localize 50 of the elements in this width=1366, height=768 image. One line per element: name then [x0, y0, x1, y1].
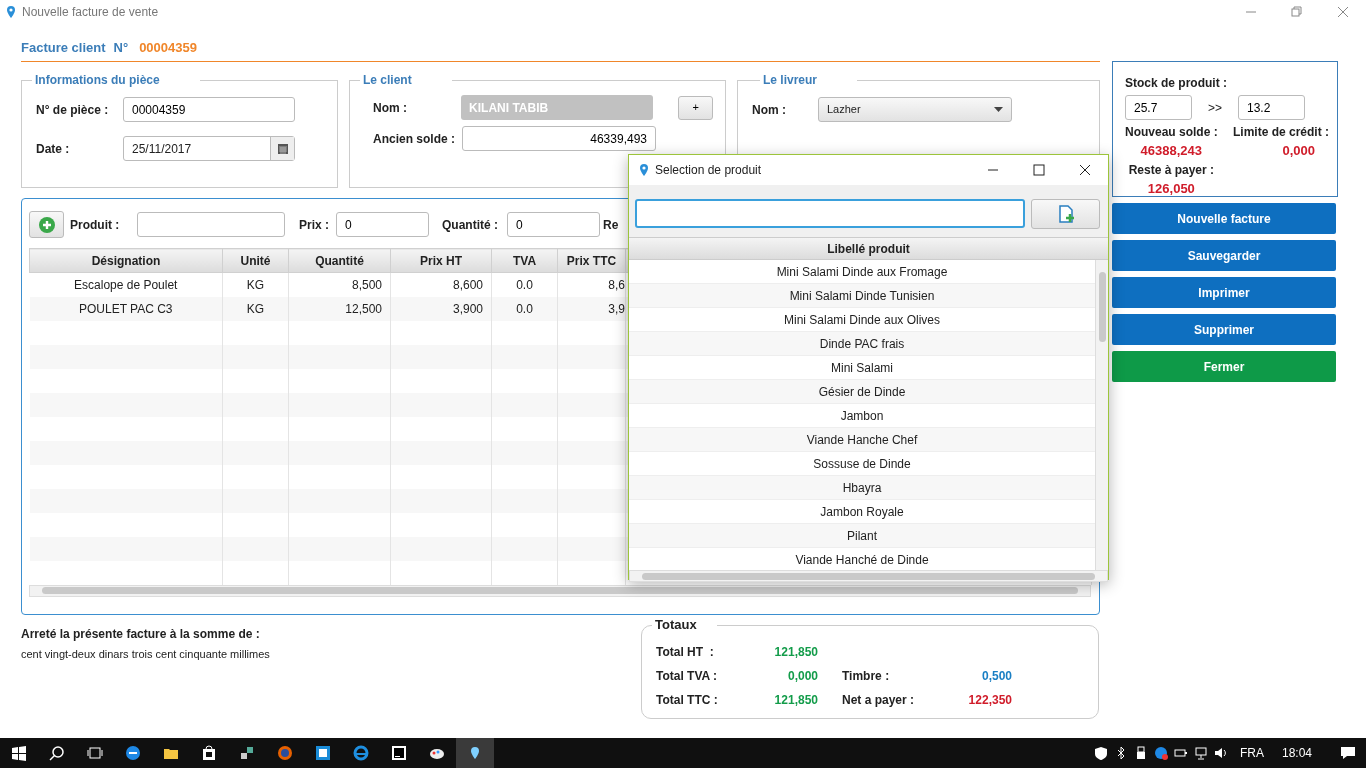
- field-label: Stock de produit :: [1125, 75, 1228, 92]
- amount-value: 46388,243: [1139, 142, 1204, 160]
- table-cell: KG: [222, 296, 289, 321]
- amount-value: 126,050: [1146, 179, 1196, 198]
- table-cell: KG: [222, 272, 289, 297]
- field-label: Nouveau solde :: [1125, 124, 1218, 141]
- field-label: Ancien solde :: [372, 130, 456, 148]
- total-value: 121,850: [773, 644, 818, 661]
- window-title: Nouvelle facture de vente: [22, 4, 159, 21]
- total-value: 0,500: [980, 668, 1012, 685]
- table-cell: 8,500: [288, 272, 391, 297]
- field-label: Reste à payer :: [1127, 161, 1216, 179]
- table-cell: Escalope de Poulet: [29, 272, 223, 297]
- total-value: 122,350: [967, 692, 1012, 709]
- total-value: 0,000: [786, 668, 818, 685]
- total-value: 121,850: [773, 692, 818, 709]
- legend: Totaux: [652, 618, 717, 632]
- field-label: Re: [603, 216, 619, 234]
- field-label: N° de pièce :: [36, 101, 110, 119]
- table-cell: 3,900: [390, 296, 492, 321]
- legend: Le client: [360, 73, 452, 87]
- field-label: Prix :: [299, 216, 330, 234]
- total-label: Net a payer :: [842, 692, 916, 709]
- field-label: Date :: [36, 140, 71, 158]
- invoice-number: 00004359: [139, 38, 197, 57]
- field-label: Nom :: [372, 99, 408, 117]
- field-label: Limite de crédit :: [1232, 124, 1329, 141]
- summary-label: Arreté la présente facture à la somme de :: [21, 626, 261, 643]
- table-cell: POULET PAC C3: [29, 296, 223, 321]
- table-cell: 3,9: [557, 296, 626, 321]
- table-cell: 0.0: [491, 272, 558, 297]
- total-label: Total TTC :: [656, 692, 719, 709]
- amount-in-words: cent vingt-deux dinars trois cent cinquante millimes: [21, 647, 270, 662]
- total-label: Total HT :: [656, 644, 715, 661]
- table-cell: 8,6: [557, 272, 626, 297]
- total-label: Timbre :: [842, 668, 891, 685]
- amount-value: 0,000: [1281, 142, 1316, 160]
- dialog-title: Selection de produit: [655, 162, 762, 179]
- table-cell: 12,500: [288, 296, 391, 321]
- number-label: N°: [113, 38, 129, 57]
- total-label: Total TVA :: [656, 668, 719, 685]
- table-cell: 8,600: [390, 272, 492, 297]
- table-cell: 0.0: [491, 296, 558, 321]
- field-label: Produit :: [70, 216, 121, 234]
- legend: Le livreur: [760, 73, 858, 87]
- field-label: Nom :: [752, 101, 787, 119]
- arrow-text: >>: [1207, 99, 1223, 117]
- legend: Informations du pièce: [32, 73, 200, 87]
- form-title: Facture client: [21, 38, 106, 57]
- field-label: Quantité :: [442, 216, 499, 234]
